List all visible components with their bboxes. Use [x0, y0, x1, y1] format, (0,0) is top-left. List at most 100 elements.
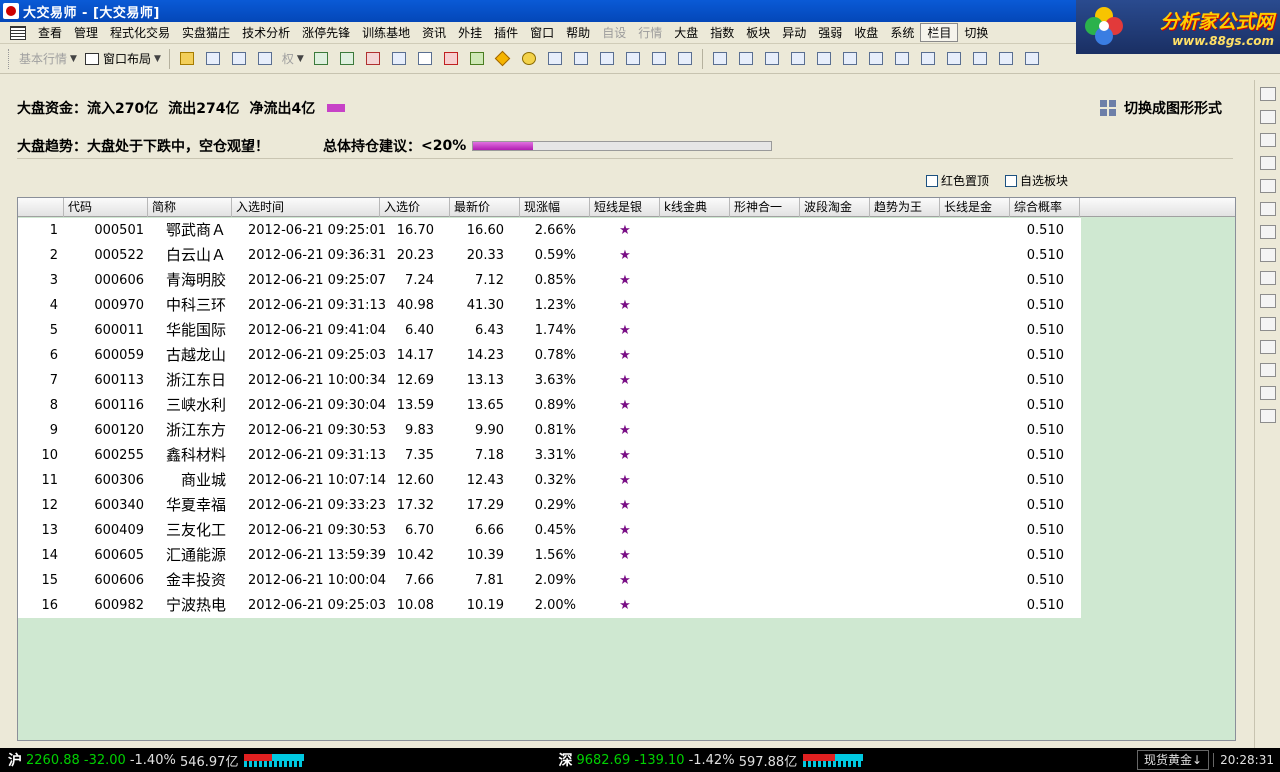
menu-item-22[interactable]: 切换 [958, 24, 994, 41]
period-60-icon[interactable] [813, 49, 835, 69]
period-quarter-icon[interactable] [917, 49, 939, 69]
column-header[interactable]: 综合概率 [1010, 198, 1080, 217]
period-tick-icon[interactable] [1021, 49, 1043, 69]
arc-icon[interactable] [1259, 225, 1276, 239]
table-row[interactable]: 2 000522 白云山Ａ 2012-06-21 09:36:31 20.23 20.33… [18, 243, 1081, 268]
period-week-icon[interactable] [865, 49, 887, 69]
menu-item-5[interactable]: 涨停先锋 [296, 24, 356, 41]
table-row[interactable]: 5 600011 华能国际 2012-06-21 09:41:04 6.40 6.43 1.… [18, 318, 1081, 343]
delete-icon[interactable] [1259, 363, 1276, 377]
gear-icon[interactable] [518, 49, 540, 69]
circle-icon[interactable] [1259, 294, 1276, 308]
window-tile-icon[interactable] [648, 49, 670, 69]
list-icon[interactable] [202, 49, 224, 69]
rights-button[interactable]: 权 ▼ [278, 50, 308, 67]
column-header[interactable]: 短线是银 [590, 198, 660, 217]
checkbox-box[interactable] [1005, 174, 1018, 187]
table-row[interactable]: 10 600255 鑫科材料 2012-06-21 09:31:13 7.35 7.18 3… [18, 443, 1081, 468]
period-1-icon[interactable] [709, 49, 731, 69]
menu-item-2[interactable]: 程式化交易 [104, 24, 176, 41]
menu-item-4[interactable]: 技术分析 [236, 24, 296, 41]
table-row[interactable]: 3 000606 青海明胶 2012-06-21 09:25:07 7.24 7.12 0.… [18, 268, 1081, 293]
menu-item-21[interactable]: 栏目 [920, 23, 959, 42]
formula-edit-icon[interactable] [336, 49, 358, 69]
column-header[interactable]: 最新价 [450, 198, 520, 217]
period-5-icon[interactable] [735, 49, 757, 69]
menu-item-15[interactable]: 指数 [704, 24, 740, 41]
menu-item-16[interactable]: 板块 [740, 24, 776, 41]
menu-item-11[interactable]: 帮助 [560, 24, 596, 41]
period-day-icon[interactable] [839, 49, 861, 69]
table-row[interactable]: 9 600120 浙江东方 2012-06-21 09:30:53 9.83 9.90 0.… [18, 418, 1081, 443]
column-header[interactable]: 波段淘金 [800, 198, 870, 217]
table-row[interactable]: 1 000501 鄂武商Ａ 2012-06-21 09:25:01 16.70 16.60… [18, 218, 1081, 243]
cycle-icon[interactable] [1259, 248, 1276, 262]
save-icon[interactable] [1259, 409, 1276, 423]
period-year-icon[interactable] [943, 49, 965, 69]
menu-item-20[interactable]: 系统 [884, 24, 920, 41]
menu-item-0[interactable]: 查看 [32, 24, 68, 41]
table-row[interactable]: 16 600982 宁波热电 2012-06-21 09:25:03 10.08 10.1… [18, 593, 1081, 618]
menu-item-18[interactable]: 强弱 [812, 24, 848, 41]
menu-item-7[interactable]: 资讯 [416, 24, 452, 41]
open-folder-icon[interactable] [176, 49, 198, 69]
column-header[interactable]: 长线是金 [940, 198, 1010, 217]
grid-icon[interactable] [254, 49, 276, 69]
chart-icon[interactable] [544, 49, 566, 69]
gold-quote-button[interactable]: 现货黄金↓ [1137, 750, 1210, 770]
parallel-lines-icon[interactable] [1259, 133, 1276, 147]
menu-item-19[interactable]: 收盘 [848, 24, 884, 41]
copy-icon[interactable] [1259, 340, 1276, 354]
red-top-checkbox[interactable]: 红色置顶 [926, 172, 989, 189]
table-row[interactable]: 7 600113 浙江东日 2012-06-21 10:00:34 12.69 13.13… [18, 368, 1081, 393]
column-header[interactable]: 现涨幅 [520, 198, 590, 217]
period-month-icon[interactable] [891, 49, 913, 69]
table-row[interactable]: 15 600606 金丰投资 2012-06-21 10:00:04 7.66 7.81 2… [18, 568, 1081, 593]
menu-item-17[interactable]: 异动 [776, 24, 812, 41]
table-row[interactable]: 11 600306 商业城 2012-06-21 10:07:14 12.60 12.43… [18, 468, 1081, 493]
column-header[interactable]: 简称 [148, 198, 232, 217]
grid-icon[interactable] [1259, 386, 1276, 400]
column-header[interactable]: 代码 [64, 198, 148, 217]
toolbar-grip[interactable] [8, 48, 11, 69]
crosshair-icon[interactable] [228, 49, 250, 69]
window-icon[interactable] [596, 49, 618, 69]
warning-icon[interactable] [492, 49, 514, 69]
menu-item-9[interactable]: 插件 [488, 24, 524, 41]
text-icon[interactable] [1259, 317, 1276, 331]
delete-icon[interactable] [440, 49, 462, 69]
basic-quote-button[interactable]: 基本行情 ▼ [15, 50, 81, 67]
custom-sector-checkbox[interactable]: 自选板块 [1005, 172, 1068, 189]
window-edit-icon[interactable] [674, 49, 696, 69]
money-icon[interactable] [466, 49, 488, 69]
table-row[interactable]: 13 600409 三友化工 2012-06-21 09:30:53 6.70 6.66 0… [18, 518, 1081, 543]
menu-item-1[interactable]: 管理 [68, 24, 104, 41]
column-header[interactable]: 入选价 [380, 198, 450, 217]
gann-fan-icon[interactable] [1259, 202, 1276, 216]
switch-to-chart-button[interactable]: 切换成图形形式 [1100, 98, 1222, 118]
menu-item-12[interactable]: 自设 [596, 24, 632, 41]
channel-icon[interactable] [1259, 156, 1276, 170]
table-icon[interactable] [570, 49, 592, 69]
copy-icon[interactable] [388, 49, 410, 69]
period-min-icon[interactable] [995, 49, 1017, 69]
period-30-icon[interactable] [787, 49, 809, 69]
bar-list-icon[interactable] [362, 49, 384, 69]
cursor-icon[interactable] [1259, 87, 1276, 101]
menu-item-10[interactable]: 窗口 [524, 24, 560, 41]
formula-icon[interactable] [310, 49, 332, 69]
period-15-icon[interactable] [761, 49, 783, 69]
menu-item-13[interactable]: 行情 [632, 24, 668, 41]
column-header[interactable]: 入选时间 [232, 198, 380, 217]
column-header[interactable]: 趋势为王 [870, 198, 940, 217]
window-layout-button[interactable]: 窗口布局 ▼ [81, 50, 165, 67]
menu-item-3[interactable]: 实盘猫庄 [176, 24, 236, 41]
line-icon[interactable] [1259, 110, 1276, 124]
menu-item-6[interactable]: 训练基地 [356, 24, 416, 41]
checkbox-box[interactable] [926, 174, 938, 187]
column-header[interactable]: k线金典 [660, 198, 730, 217]
fibonacci-icon[interactable] [1259, 179, 1276, 193]
table-row[interactable]: 4 000970 中科三环 2012-06-21 09:31:13 40.98 41.30… [18, 293, 1081, 318]
menu-list-icon[interactable] [10, 25, 26, 40]
period-multi-icon[interactable] [969, 49, 991, 69]
